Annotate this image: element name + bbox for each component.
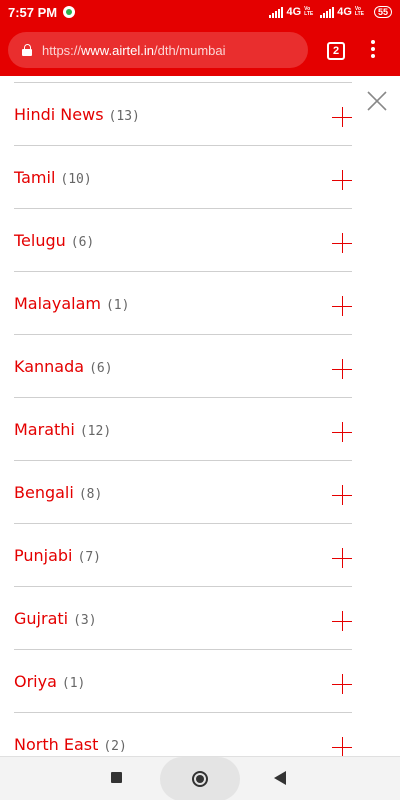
list-item[interactable]: Oriya (1): [14, 650, 352, 713]
list-item-count: (6): [89, 361, 113, 376]
list-item[interactable]: Punjabi (7): [14, 524, 352, 587]
list-item-label: Gujrati (3): [14, 609, 97, 628]
plus-icon[interactable]: [332, 359, 352, 379]
plus-icon[interactable]: [332, 548, 352, 568]
list-item-name: Marathi: [14, 420, 75, 439]
list-item-count: (6): [70, 235, 95, 250]
plus-icon[interactable]: [332, 233, 352, 253]
plus-icon[interactable]: [332, 170, 352, 190]
list-item-label: North East (2): [14, 735, 127, 754]
list-item[interactable]: Tamil (10): [14, 146, 352, 209]
list-item[interactable]: Gujrati (3): [14, 587, 352, 650]
list-item-name: North East: [14, 735, 99, 754]
url-scheme: https://: [42, 42, 82, 58]
list-item[interactable]: Telugu (6): [14, 209, 352, 272]
volte-bottom: LTE: [304, 11, 314, 17]
list-item-count: (1): [105, 298, 130, 313]
plus-icon[interactable]: [332, 674, 352, 694]
volte-badge-1: Vo LTE: [304, 7, 313, 17]
more-vert-icon[interactable]: [368, 40, 378, 60]
list-item-label: Malayalam (1): [14, 294, 129, 313]
tab-switcher-button[interactable]: 2: [327, 42, 345, 60]
page: 7:57 PM 4G Vo LTE 4G Vo LTE 55 https://w…: [0, 0, 400, 800]
signal-icon-2: [320, 6, 335, 18]
list-item-name: Punjabi: [14, 546, 73, 565]
network-type-1: 4G: [286, 6, 302, 18]
plus-icon[interactable]: [332, 107, 352, 127]
language-list: Hindi News (13) Tamil (10) Telugu (6) Malay…: [14, 83, 352, 756]
list-item-name: Gujrati: [14, 609, 69, 628]
list-item[interactable]: North East (2): [14, 713, 352, 756]
signal-icon: [269, 6, 284, 18]
whatsapp-notification-icon: [63, 6, 76, 18]
page-content: Hindi News (13) Tamil (10) Telugu (6) Malay…: [0, 76, 400, 756]
list-item[interactable]: Bengali (8): [14, 461, 352, 524]
list-item-count: (13): [108, 109, 140, 124]
list-item-label: Marathi (12): [14, 420, 111, 439]
volte-badge-2: Vo LTE: [355, 7, 364, 17]
list-item-count: (2): [103, 739, 127, 754]
list-item[interactable]: Kannada (6): [14, 335, 352, 398]
browser-toolbar: https://www.airtel.in/dth/mumbai 2: [0, 24, 400, 76]
list-item-label: Bengali (8): [14, 483, 102, 502]
list-item-label: Kannada (6): [14, 357, 113, 376]
list-item-count: (7): [77, 550, 101, 565]
list-item-count: (3): [73, 613, 97, 628]
list-item-name: Malayalam: [14, 294, 101, 313]
recents-icon[interactable]: [111, 772, 122, 783]
plus-icon[interactable]: [332, 737, 352, 756]
plus-icon[interactable]: [332, 422, 352, 442]
battery-icon: 55: [373, 6, 392, 18]
list-item[interactable]: Hindi News (13): [14, 83, 352, 146]
system-nav-bar: [0, 756, 400, 800]
list-item[interactable]: Malayalam (1): [14, 272, 352, 335]
home-button[interactable]: [160, 757, 240, 800]
list-item-count: (1): [61, 676, 86, 691]
list-item-name: Hindi News: [14, 105, 104, 124]
address-bar[interactable]: https://www.airtel.in/dth/mumbai: [8, 32, 308, 68]
list-item-count: (10): [60, 172, 92, 187]
list-item-name: Bengali: [14, 483, 74, 502]
list-item-name: Kannada: [14, 357, 85, 376]
url-host: www.airtel.in: [81, 42, 154, 58]
status-indicators: 4G Vo LTE 4G Vo LTE 55: [269, 6, 392, 18]
status-bar: 7:57 PM 4G Vo LTE 4G Vo LTE 55: [0, 0, 400, 24]
list-item-name: Oriya: [14, 672, 57, 691]
list-item-label: Telugu (6): [14, 231, 94, 250]
plus-icon[interactable]: [332, 611, 352, 631]
home-icon: [192, 771, 208, 787]
list-item[interactable]: Marathi (12): [14, 398, 352, 461]
list-item-name: Telugu: [14, 231, 66, 250]
list-item-label: Hindi News (13): [14, 105, 140, 124]
list-item-count: (8): [78, 487, 103, 502]
list-item-name: Tamil: [14, 168, 56, 187]
list-item-label: Tamil (10): [14, 168, 92, 187]
list-item-label: Oriya (1): [14, 672, 85, 691]
close-icon[interactable]: [366, 90, 388, 112]
back-icon[interactable]: [274, 771, 286, 785]
url-text[interactable]: https://www.airtel.in/dth/mumbai: [42, 43, 226, 58]
network-type-2: 4G: [337, 6, 352, 18]
url-path: /dth/mumbai: [154, 42, 226, 58]
list-item-label: Punjabi (7): [14, 546, 101, 565]
list-item-count: (12): [79, 424, 112, 439]
volte-bottom-2: LTE: [354, 11, 364, 17]
status-time: 7:57 PM: [8, 4, 58, 20]
lock-icon[interactable]: [22, 44, 32, 56]
plus-icon[interactable]: [332, 296, 352, 316]
plus-icon[interactable]: [332, 485, 352, 505]
